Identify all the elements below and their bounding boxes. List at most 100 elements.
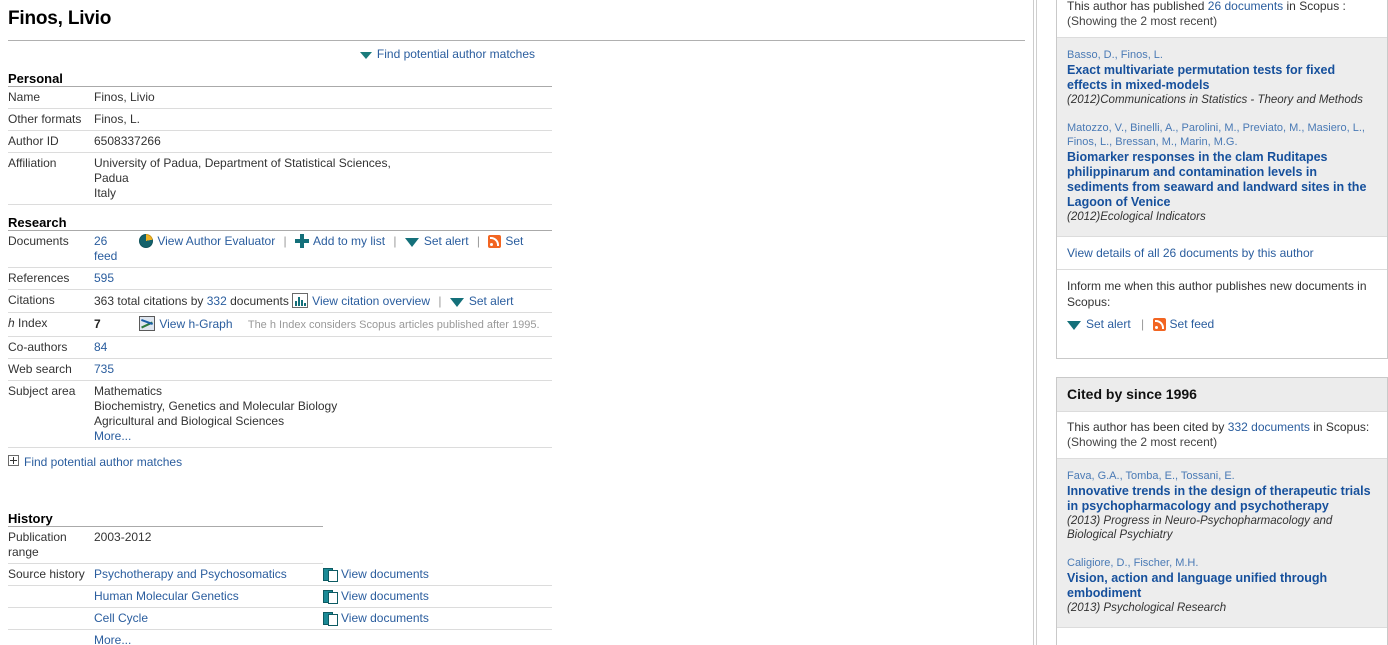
view-author-evaluator-link[interactable]: View Author Evaluator — [157, 234, 275, 248]
view-citation-overview-link[interactable]: View citation overview — [312, 294, 430, 308]
alert-feed-actions: Set alert | Set feed — [1067, 316, 1377, 332]
pie-chart-icon — [139, 234, 154, 248]
documents-count-link[interactable]: 26 — [94, 234, 107, 248]
list-item[interactable]: Basso, D., Finos, L. Exact multivariate … — [1067, 48, 1377, 107]
view-all-documents-row[interactable]: View details of all 26 documents by this… — [1057, 237, 1387, 269]
source-history-more-link[interactable]: More... — [94, 633, 131, 645]
web-search-value-cell: 735 — [94, 358, 552, 381]
document-authors: Matozzo, V., Binelli, A., Parolini, M., … — [1067, 122, 1365, 148]
list-item[interactable]: Caligiore, D., Fischer, M.H. Vision, act… — [1067, 556, 1377, 615]
view-h-graph-link[interactable]: View h-Graph — [159, 317, 232, 331]
cited-by-lead-docs-link[interactable]: documents — [1251, 420, 1310, 434]
document-title-link[interactable]: Innovative trends in the design of thera… — [1067, 484, 1377, 514]
table-row: Author ID 6508337266 — [8, 130, 552, 153]
documents-lead-docs-link[interactable]: documents — [1224, 0, 1283, 13]
source-view-documents-cell[interactable]: View documents — [323, 585, 552, 608]
co-authors-count-link[interactable]: 84 — [94, 340, 107, 354]
history-section-heading: History — [8, 511, 53, 526]
citations-label: Citations — [8, 289, 94, 313]
citing-documents-list: Fava, G.A., Tomba, E., Tossani, E. Innov… — [1057, 458, 1387, 628]
h-index-note: The h Index considers Scopus articles pu… — [247, 319, 540, 331]
table-row: Cell Cycle View documents — [8, 607, 552, 630]
spacer-cell — [8, 585, 94, 608]
history-section: History Publication range 2003-2012 Sour… — [0, 511, 1033, 645]
view-documents-link[interactable]: View documents — [341, 567, 429, 581]
personal-author-id-value: 6508337266 — [94, 130, 552, 153]
history-table: Publication range 2003-2012 Source histo… — [8, 526, 552, 645]
panel-set-feed-link[interactable]: Set feed — [1170, 317, 1215, 331]
documents-lead-count-link[interactable]: 26 — [1208, 0, 1221, 13]
source-view-documents-cell[interactable]: View documents — [323, 563, 552, 586]
table-row: h Index 7 View h-Graph The h Index consi… — [8, 312, 552, 337]
h-index-value: 7 — [94, 317, 101, 331]
source-history-link[interactable]: Cell Cycle — [94, 611, 148, 625]
find-potential-author-matches-top[interactable]: Find potential author matches — [0, 41, 1033, 61]
view-details-count-link[interactable]: 26 — [1163, 246, 1176, 260]
find-potential-author-matches-link-bottom[interactable]: Find potential author matches — [24, 455, 182, 469]
alert-flag-icon — [449, 298, 464, 307]
source-history-link[interactable]: Human Molecular Genetics — [94, 589, 239, 603]
web-search-count-link[interactable]: 735 — [94, 362, 114, 376]
divider: | — [393, 234, 397, 248]
subject-area-item: Mathematics — [94, 384, 163, 398]
panel-set-alert-link[interactable]: Set alert — [1086, 317, 1131, 331]
document-source: (2013) Psychological Research — [1067, 602, 1227, 614]
alert-flag-icon — [404, 238, 419, 247]
table-row: Co-authors 84 — [8, 336, 552, 359]
divider: | — [1141, 317, 1145, 331]
citing-documents-count-link[interactable]: 332 — [207, 294, 227, 308]
source-history-link[interactable]: Psychotherapy and Psychosomatics — [94, 567, 287, 581]
document-title-link[interactable]: Exact multivariate permutation tests for… — [1067, 63, 1377, 93]
source-name-cell: Cell Cycle — [94, 607, 323, 630]
personal-author-id-label: Author ID — [8, 130, 94, 153]
find-potential-author-matches-link-top[interactable]: Find potential author matches — [377, 47, 535, 61]
publication-range-value: 2003-2012 — [94, 526, 323, 564]
cited-by-lead-post: in Scopus: — [1313, 420, 1370, 434]
documents-label: Documents — [8, 230, 94, 268]
find-potential-author-matches-bottom[interactable]: Find potential author matches — [8, 455, 1033, 469]
documents-panel: This author has published 26 documents i… — [1056, 0, 1388, 359]
subject-area-value-cell: Mathematics Biochemistry, Genetics and M… — [94, 380, 552, 448]
view-documents-link[interactable]: View documents — [341, 589, 429, 603]
document-title-link[interactable]: Biomarker responses in the clam Ruditape… — [1067, 150, 1377, 210]
view-documents-link[interactable]: View documents — [341, 611, 429, 625]
empty-cell — [323, 629, 552, 645]
references-label: References — [8, 267, 94, 290]
side-panels-column: This author has published 26 documents i… — [1036, 0, 1388, 645]
view-details-pre-link[interactable]: View details of all — [1067, 246, 1160, 260]
personal-other-formats-label: Other formats — [8, 108, 94, 131]
table-row: More... — [8, 629, 552, 645]
recent-documents-list: Basso, D., Finos, L. Exact multivariate … — [1057, 37, 1387, 237]
co-authors-label: Co-authors — [8, 336, 94, 359]
list-item[interactable]: Fava, G.A., Tomba, E., Tossani, E. Innov… — [1067, 469, 1377, 542]
h-index-label-rest: Index — [14, 316, 48, 330]
subject-area-more-link[interactable]: More... — [94, 429, 131, 443]
inform-me-text: Inform me when this author publishes new… — [1067, 279, 1367, 309]
personal-name-label: Name — [8, 86, 94, 109]
citations-set-alert-link[interactable]: Set alert — [469, 294, 514, 308]
divider: | — [438, 294, 442, 308]
h-index-label-italic: h — [8, 316, 15, 330]
set-alert-link[interactable]: Set alert — [424, 234, 469, 248]
source-name-cell: Psychotherapy and Psychosomatics — [94, 563, 323, 586]
references-count-link[interactable]: 595 — [94, 271, 114, 285]
document-title-link[interactable]: Vision, action and language unified thro… — [1067, 571, 1377, 601]
table-row: Web search 735 — [8, 358, 552, 381]
table-row: Source history Psychotherapy and Psychos… — [8, 563, 552, 586]
view-details-post-link[interactable]: documents by this author — [1180, 246, 1314, 260]
source-view-documents-cell[interactable]: View documents — [323, 607, 552, 630]
add-to-my-list-link[interactable]: Add to my list — [313, 234, 385, 248]
co-authors-value-cell: 84 — [94, 336, 552, 359]
list-item[interactable]: Matozzo, V., Binelli, A., Parolini, M., … — [1067, 121, 1377, 224]
spacer-cell — [8, 629, 94, 645]
cited-by-lead-count-link[interactable]: 332 — [1228, 420, 1248, 434]
table-row: Documents 26 View Author Evaluator | Add… — [8, 230, 552, 268]
source-history-label: Source history — [8, 563, 94, 586]
documents-icon — [323, 612, 338, 626]
bar-chart-icon — [292, 293, 309, 308]
table-row: Citations 363 total citations by 332 doc… — [8, 289, 552, 313]
personal-other-formats-value: Finos, L. — [94, 108, 552, 131]
web-search-label: Web search — [8, 358, 94, 381]
cited-by-showing-text: (Showing the 2 most recent) — [1067, 435, 1218, 449]
source-more-cell: More... — [94, 629, 323, 645]
